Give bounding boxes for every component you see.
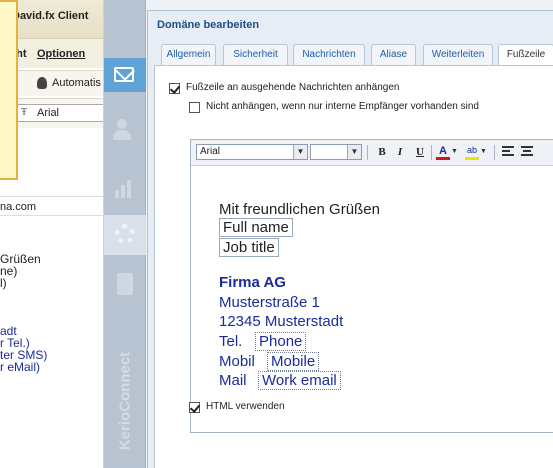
highlight-swatch [465, 157, 479, 160]
kerio-brand-logo: KerioConnect [106, 346, 144, 456]
tab-messages[interactable]: Nachrichten [293, 44, 365, 65]
font-family-value: Arial [200, 146, 221, 157]
font-family-select[interactable]: Arial ▼ [196, 144, 308, 160]
toolbar-auto-label[interactable]: Automatis [52, 77, 101, 89]
tab-aliases[interactable]: Aliase [371, 44, 416, 65]
editor-content[interactable]: Mit freundlichen Grüßen Full name Job ti… [191, 167, 553, 434]
dialog-title: Domäne bearbeiten [157, 19, 260, 31]
client-body-line: l) [0, 276, 7, 290]
tab-footer[interactable]: Fußzeile [498, 44, 553, 66]
client-email-fragment: na.com [0, 201, 37, 213]
mail-label: Mail [219, 372, 247, 389]
highlight-glyph: ab [466, 145, 477, 155]
chevron-down-icon[interactable]: ▼ [347, 145, 361, 159]
documents-icon[interactable] [104, 268, 146, 302]
job-title-placeholder[interactable]: Job title [219, 238, 279, 257]
chevron-down-icon[interactable]: ▼ [451, 144, 458, 160]
align-left-icon[interactable] [502, 146, 514, 157]
use-html-checkbox[interactable] [189, 402, 200, 413]
mail-icon[interactable] [104, 58, 146, 92]
full-name-placeholder[interactable]: Full name [219, 218, 293, 237]
toolbar-separator [431, 145, 432, 160]
work-email-placeholder[interactable]: Work email [258, 371, 341, 390]
skip-internal-checkbox[interactable] [189, 102, 200, 113]
tab-forwarding[interactable]: Weiterleiten [423, 44, 493, 65]
client-address-row[interactable]: na.com [0, 196, 103, 216]
toolbar-separator [367, 145, 368, 160]
footer-tab-panel: Fußzeile an ausgehende Nachrichten anhän… [154, 65, 553, 468]
truetype-icon: Ŧ [21, 107, 28, 118]
chevron-down-icon[interactable]: ▼ [293, 145, 307, 159]
underline-button[interactable]: U [413, 144, 427, 160]
menu-item-options[interactable]: Optionen [37, 48, 85, 60]
client-body-preview: Grüßen ne) l) adt r Tel.) ter SMS) r eMa… [0, 253, 47, 373]
users-icon[interactable] [104, 113, 146, 147]
mobile-label: Mobil [219, 353, 255, 370]
mobile-placeholder[interactable]: Mobile [267, 352, 320, 371]
lightbulb-icon [37, 77, 47, 89]
skip-internal-label: Nicht anhängen, wenn nur interne Empfäng… [206, 101, 479, 112]
kerio-nav-bar: KerioConnect [104, 0, 146, 468]
sticky-note [0, 0, 18, 180]
client-body-line: r eMail) [0, 360, 41, 374]
kerio-brand-text: KerioConnect [116, 351, 134, 451]
client-font-select[interactable]: Ŧ Arial [12, 104, 103, 122]
font-color-swatch [436, 157, 450, 160]
font-color-button[interactable]: A ▼ [436, 144, 458, 160]
client-title: David.fx Client [12, 10, 89, 22]
highlight-color-button[interactable]: ab ▼ [465, 144, 489, 160]
signature-city: 12345 Musterstadt [219, 313, 344, 330]
align-center-icon[interactable] [521, 146, 533, 157]
phone-placeholder[interactable]: Phone [255, 332, 307, 351]
tab-general[interactable]: Allgemein [161, 44, 216, 65]
statistics-icon[interactable] [104, 170, 146, 204]
use-html-label: HTML verwenden [206, 401, 285, 412]
signature-street: Musterstraße 1 [219, 294, 320, 311]
chevron-down-icon[interactable]: ▼ [480, 144, 487, 160]
append-footer-checkbox[interactable] [169, 83, 180, 94]
italic-button[interactable]: I [394, 144, 406, 160]
settings-icon[interactable] [104, 215, 146, 255]
signature-greeting: Mit freundlichen Grüßen [219, 201, 380, 218]
edit-domain-dialog: Domäne bearbeiten Allgemein Sicherheit N… [147, 10, 553, 468]
tab-security[interactable]: Sicherheit [223, 44, 288, 65]
toolbar-separator [494, 145, 495, 160]
client-font-name: Arial [37, 107, 60, 119]
footer-html-editor[interactable]: Arial ▼ ▼ B I U A ▼ ab ▼ Mit freundliche… [190, 139, 553, 433]
signature-company: Firma AG [219, 274, 286, 291]
font-size-select[interactable]: ▼ [310, 144, 362, 160]
tel-label: Tel. [219, 333, 243, 350]
editor-toolbar: Arial ▼ ▼ B I U A ▼ ab ▼ [191, 140, 553, 166]
client-body-line: ne) [0, 264, 18, 278]
bold-button[interactable]: B [375, 144, 389, 160]
append-footer-label: Fußzeile an ausgehende Nachrichten anhän… [186, 82, 400, 93]
